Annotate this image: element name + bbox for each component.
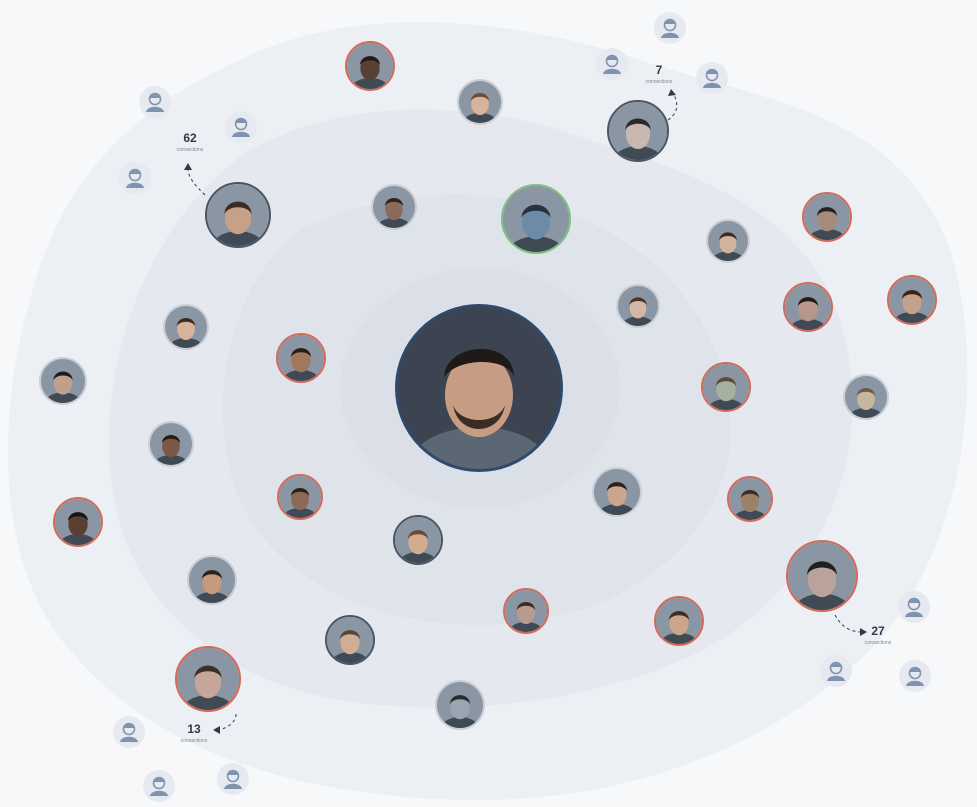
avatar-left-5[interactable] (727, 476, 773, 522)
anonymous-user-icon (696, 62, 728, 94)
avatar-mid-4[interactable] (276, 333, 326, 383)
anonymous-user-icon (225, 111, 257, 143)
anonymous-user-icon (139, 86, 171, 118)
avatar-mid-7[interactable] (53, 497, 103, 547)
avatar-mid-5[interactable] (616, 284, 660, 328)
avatar-right-8[interactable] (393, 515, 443, 565)
cluster-count-bottom-left: 13 connections (180, 722, 208, 744)
avatar-left-6[interactable] (786, 540, 858, 612)
avatar-mid-6[interactable] (277, 474, 323, 520)
avatar-top-1[interactable] (345, 41, 395, 91)
avatar-left-4[interactable] (148, 421, 194, 467)
avatar-left-3[interactable] (39, 357, 87, 405)
avatar-right-5[interactable] (701, 362, 751, 412)
anonymous-user-icon (654, 12, 686, 44)
anonymous-user-icon (113, 716, 145, 748)
cluster-count-right: 27 connections (864, 624, 892, 646)
avatar-bottom-1[interactable] (175, 646, 241, 712)
anonymous-user-icon (217, 763, 249, 795)
center-avatar[interactable] (395, 304, 563, 472)
avatar-top-3[interactable] (607, 100, 669, 162)
avatar-mid-8[interactable] (187, 555, 237, 605)
avatar-mid-2[interactable] (501, 184, 571, 254)
avatar-right-7[interactable] (592, 467, 642, 517)
anonymous-user-icon (899, 660, 931, 692)
avatar-right-6[interactable] (843, 374, 889, 420)
avatar-right-2[interactable] (706, 219, 750, 263)
anonymous-user-icon (898, 591, 930, 623)
avatar-right-9[interactable] (503, 588, 549, 634)
avatar-right-1[interactable] (802, 192, 852, 242)
network-diagram: 7 connections 62 connections 27 connections… (0, 0, 977, 807)
avatar-left-7[interactable] (325, 615, 375, 665)
avatar-bottom-2[interactable] (435, 680, 485, 730)
cluster-count-top-right: 7 connections (645, 63, 673, 85)
anonymous-user-icon (119, 162, 151, 194)
avatar-left-2[interactable] (163, 304, 209, 350)
avatar-right-3[interactable] (887, 275, 937, 325)
avatar-top-2[interactable] (457, 79, 503, 125)
anonymous-user-icon (143, 770, 175, 802)
anonymous-user-icon (596, 48, 628, 80)
cluster-count-top-left: 62 connections (176, 131, 204, 153)
avatar-mid-9[interactable] (654, 596, 704, 646)
avatar-left-1[interactable] (205, 182, 271, 248)
avatar-right-4[interactable] (783, 282, 833, 332)
anonymous-user-icon (820, 655, 852, 687)
avatar-mid-1[interactable] (371, 184, 417, 230)
